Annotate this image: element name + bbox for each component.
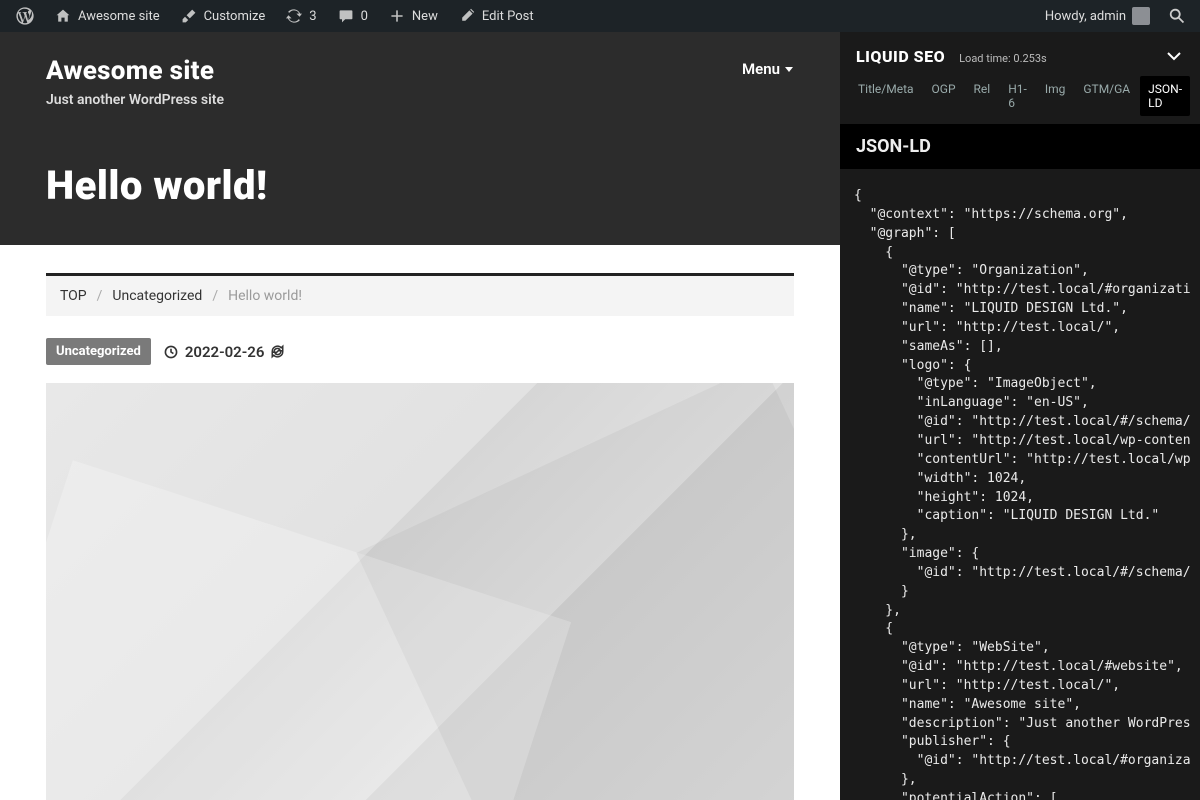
- tab-json-ld[interactable]: JSON-LD: [1140, 76, 1190, 116]
- tab-gtm-ga[interactable]: GTM/GA: [1075, 76, 1138, 116]
- breadcrumb-home[interactable]: TOP: [60, 288, 87, 304]
- tab-ogp[interactable]: OGP: [924, 76, 964, 116]
- post-date: 2022-02-26: [185, 343, 265, 361]
- menu-toggle[interactable]: Menu: [742, 56, 794, 78]
- breadcrumb-current: Hello world!: [228, 288, 302, 304]
- caret-down-icon: [784, 64, 794, 74]
- wp-logo[interactable]: [8, 0, 42, 32]
- adminbar-search[interactable]: [1162, 7, 1192, 25]
- breadcrumb: TOP / Uncategorized / Hello world!: [46, 276, 794, 316]
- load-time: Load time: 0.253s: [959, 52, 1047, 65]
- wordpress-icon: [16, 7, 34, 25]
- howdy-text: Howdy, admin: [1045, 9, 1126, 24]
- panel-tabs: Title/MetaOGPRelH1-6ImgGTM/GAJSON-LD: [840, 76, 1200, 124]
- breadcrumb-sep: /: [97, 288, 103, 304]
- comment-icon: [337, 7, 355, 25]
- updates-count: 3: [309, 9, 316, 24]
- edit-post-link[interactable]: Edit Post: [450, 0, 542, 32]
- pencil-icon: [458, 7, 476, 25]
- post-meta: Uncategorized 2022-02-26: [46, 338, 794, 365]
- main-content: Awesome site Just another WordPress site…: [0, 32, 840, 800]
- brush-icon: [180, 7, 198, 25]
- customize-link[interactable]: Customize: [172, 0, 274, 32]
- site-name-text: Awesome site: [78, 9, 160, 24]
- clock-icon: [163, 344, 179, 360]
- collapse-panel[interactable]: [1164, 46, 1184, 66]
- seo-panel: LIQUID SEO Load time: 0.253s Title/MetaO…: [840, 32, 1200, 800]
- tab-title-meta[interactable]: Title/Meta: [850, 76, 922, 116]
- hero: Awesome site Just another WordPress site…: [0, 32, 840, 245]
- comments-count: 0: [361, 9, 368, 24]
- post-title: Hello world!: [46, 162, 794, 209]
- home-icon: [54, 7, 72, 25]
- jsonld-code[interactable]: { "@context": "https://schema.org", "@gr…: [840, 169, 1200, 800]
- tab-img[interactable]: Img: [1037, 76, 1074, 116]
- breadcrumb-sep: /: [212, 288, 218, 304]
- tab-h1-6[interactable]: H1-6: [1000, 76, 1035, 116]
- edit-post-text: Edit Post: [482, 9, 534, 24]
- site-title[interactable]: Awesome site: [46, 56, 224, 86]
- tab-rel[interactable]: Rel: [966, 76, 999, 116]
- comments-link[interactable]: 0: [329, 0, 376, 32]
- featured-image: [46, 383, 794, 800]
- avatar: [1132, 7, 1150, 25]
- breadcrumb-category[interactable]: Uncategorized: [112, 288, 202, 304]
- update-icon: [285, 7, 303, 25]
- category-badge[interactable]: Uncategorized: [46, 338, 151, 365]
- new-link[interactable]: New: [380, 0, 446, 32]
- wp-admin-bar: Awesome site Customize 3 0 New: [0, 0, 1200, 32]
- plus-icon: [388, 7, 406, 25]
- site-name-link[interactable]: Awesome site: [46, 0, 168, 32]
- panel-brand: LIQUID SEO: [856, 47, 945, 66]
- tagline: Just another WordPress site: [46, 92, 224, 108]
- menu-label: Menu: [742, 60, 780, 78]
- howdy-link[interactable]: Howdy, admin: [1037, 0, 1158, 32]
- customize-text: Customize: [204, 9, 266, 24]
- section-title: JSON-LD: [840, 124, 1200, 169]
- updates-link[interactable]: 3: [277, 0, 324, 32]
- refresh-icon: [270, 344, 285, 359]
- new-text: New: [412, 9, 438, 24]
